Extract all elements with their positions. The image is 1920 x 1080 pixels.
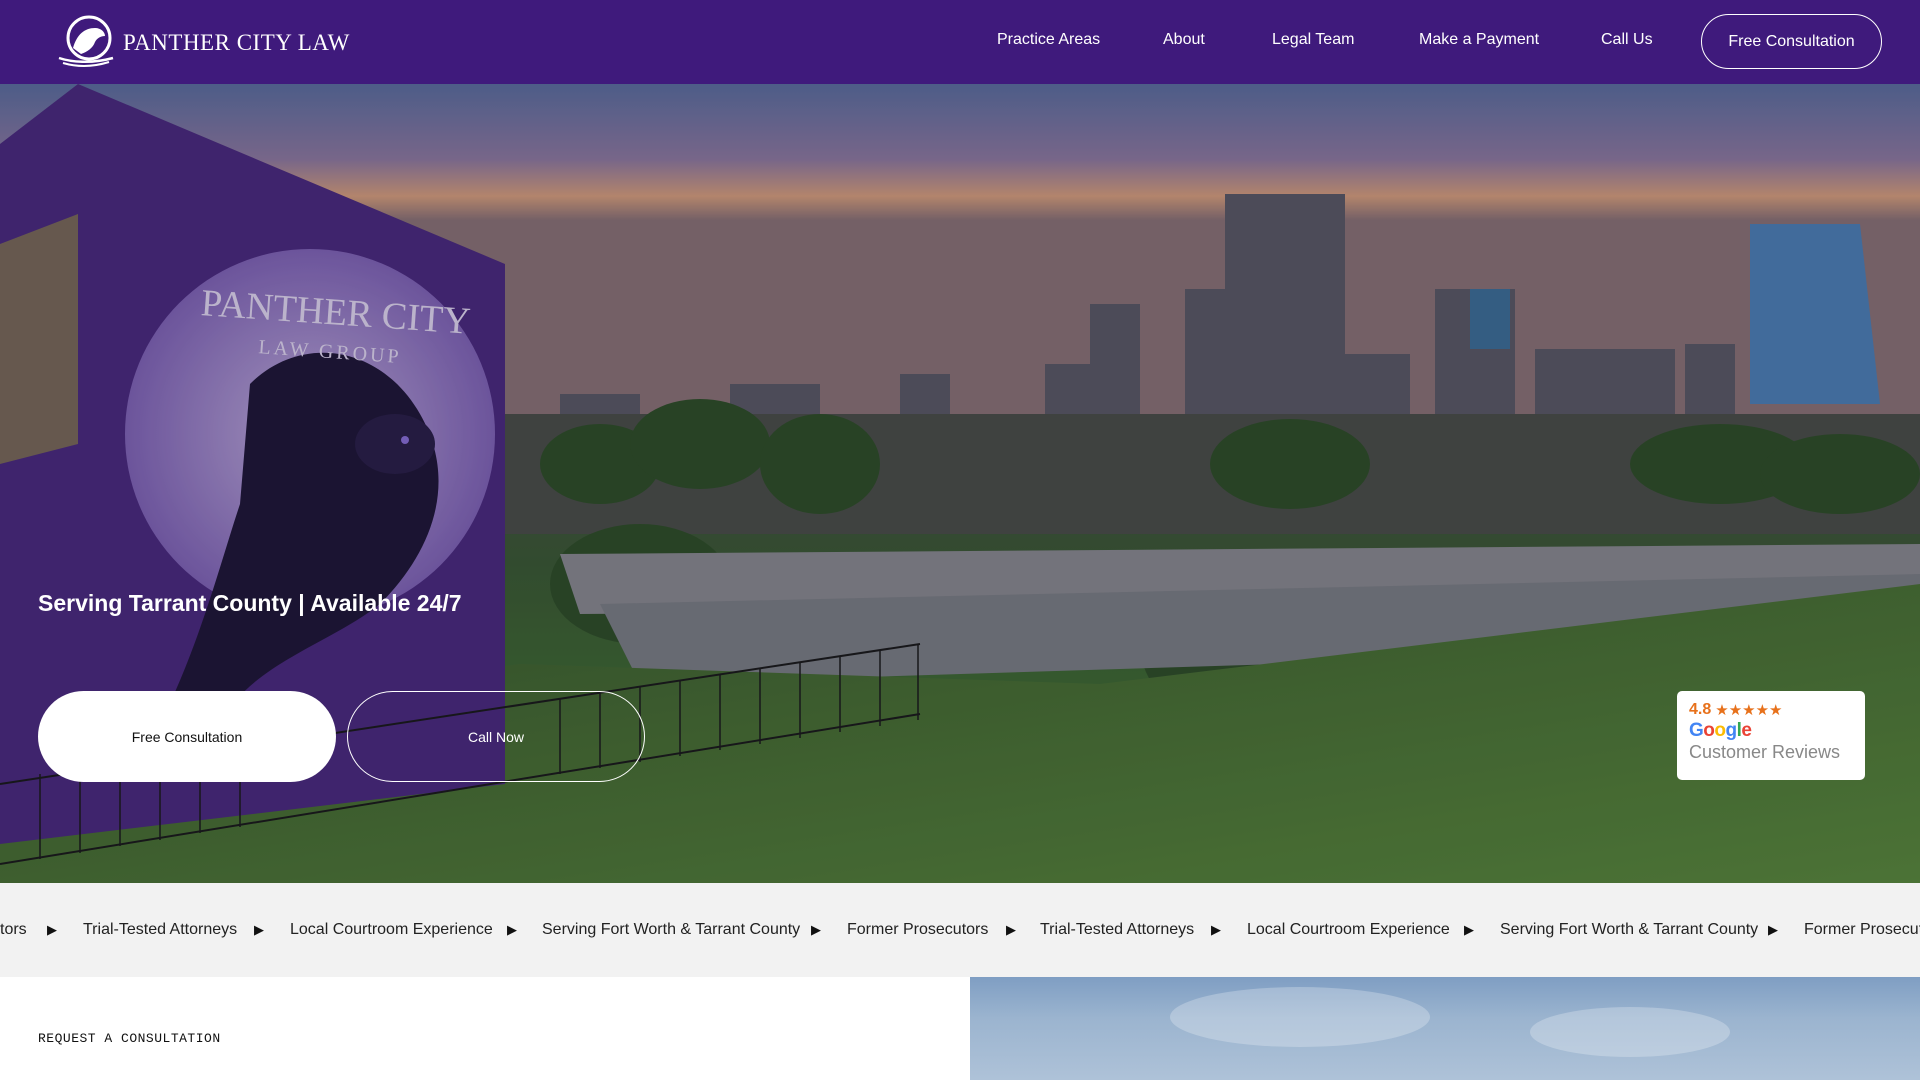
nav-links: Practice Areas About Legal Team Make a P… [0, 0, 1920, 84]
consultation-section: REQUEST A CONSULTATION [0, 977, 970, 1080]
ticker-item: Former Prosecut [1804, 921, 1920, 938]
play-arrow-icon: ▶ [1211, 922, 1221, 937]
cloud [1170, 987, 1430, 1047]
hero-section: PANTHER CITY LAW GROUP Serving Tarrant C… [0, 84, 1920, 883]
play-arrow-icon: ▶ [811, 922, 821, 937]
nav-link-call-us[interactable]: Call Us [1601, 31, 1653, 49]
play-arrow-icon: ▶ [254, 922, 264, 937]
play-arrow-icon: ▶ [1768, 922, 1778, 937]
star-rating-icon: ★★★★★ [1715, 702, 1783, 719]
features-ticker: tors ▶ Trial-Tested Attorneys ▶ Local Co… [0, 883, 1920, 977]
hero-tagline: Serving Tarrant County | Available 24/7 [38, 590, 462, 616]
ticker-item: Serving Fort Worth & Tarrant County [542, 921, 801, 938]
ticker-item: Trial-Tested Attorneys [1040, 921, 1195, 938]
nav-free-consultation-button[interactable]: Free Consultation [1701, 14, 1882, 69]
review-rating: 4.8 [1689, 701, 1712, 718]
nav-link-about[interactable]: About [1163, 31, 1205, 49]
ticker-item: Local Courtroom Experience [290, 921, 493, 938]
nav-link-practice-areas[interactable]: Practice Areas [997, 31, 1100, 49]
play-arrow-icon: ▶ [1006, 922, 1016, 937]
ticker-item: Trial-Tested Attorneys [83, 921, 238, 938]
play-arrow-icon: ▶ [507, 922, 517, 937]
google-logo: Google [1689, 720, 1752, 741]
hero-free-consultation-button[interactable]: Free Consultation [38, 691, 336, 782]
ticker-item: Local Courtroom Experience [1247, 921, 1450, 938]
nav-link-make-a-payment[interactable]: Make a Payment [1419, 31, 1539, 49]
ticker-item: tors [0, 921, 27, 938]
cloud [1530, 1007, 1730, 1057]
ticker-item: Serving Fort Worth & Tarrant County [1500, 921, 1759, 938]
nav-link-legal-team[interactable]: Legal Team [1272, 31, 1354, 49]
play-arrow-icon: ▶ [47, 922, 57, 937]
review-label: Customer Reviews [1689, 742, 1841, 762]
top-nav: PANTHER CITY LAW Practice Areas About Le… [0, 0, 1920, 84]
section-label: REQUEST A CONSULTATION [38, 1031, 221, 1046]
google-reviews-badge[interactable]: 4.8 ★★★★★ Google Customer Reviews [1677, 691, 1865, 780]
hero-call-now-button[interactable]: Call Now [347, 691, 645, 782]
play-arrow-icon: ▶ [1464, 922, 1474, 937]
ticker-item: Former Prosecutors [847, 921, 989, 938]
sky-image [970, 977, 1920, 1080]
